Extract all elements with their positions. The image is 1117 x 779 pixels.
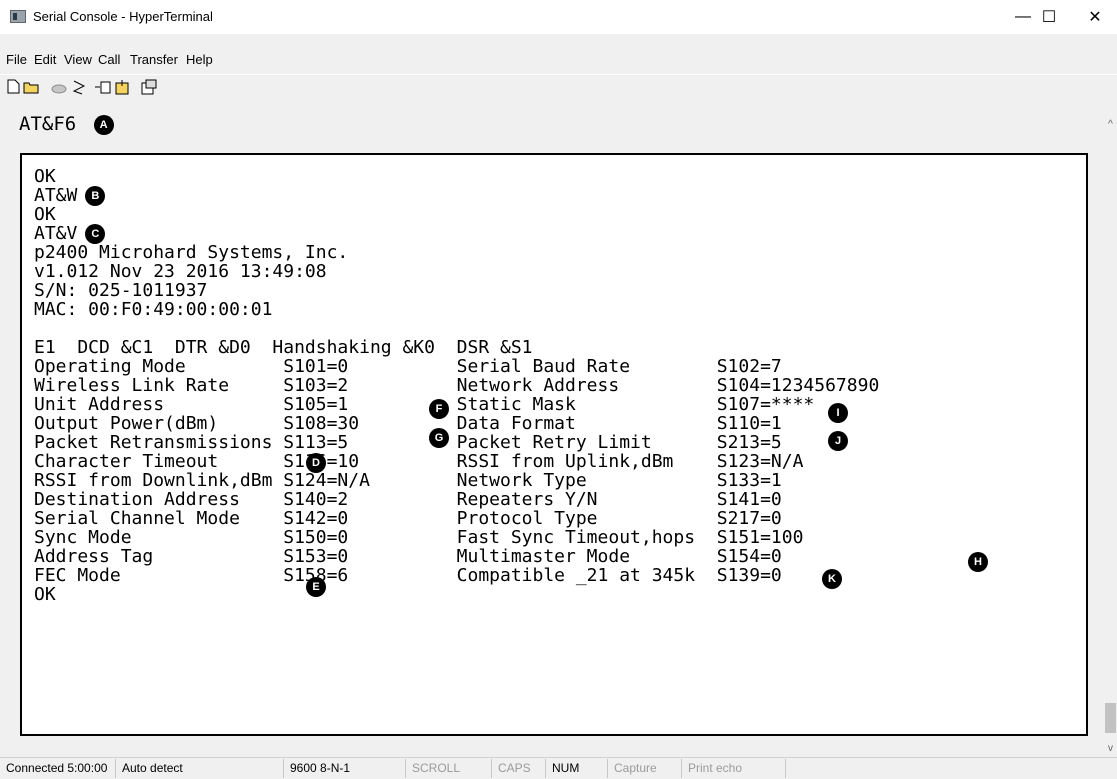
vertical-scrollbar[interactable]: ^ v <box>1104 116 1117 756</box>
terminal-line: Packet Retransmissions S113=5 Packet Ret… <box>34 432 782 453</box>
terminal-line: Output Power(dBm) S108=30 Data Format S1… <box>34 413 782 434</box>
marker-d: D <box>306 453 326 473</box>
marker-c: C <box>85 224 106 244</box>
menu-view[interactable]: View <box>64 52 92 67</box>
terminal-line: Character Timeout S116=10 RSSI from Upli… <box>34 451 804 472</box>
terminal-line: Operating Mode S101=0 Serial Baud Rate S… <box>34 356 782 377</box>
status-port-settings: 9600 8-N-1 <box>284 759 406 778</box>
terminal-line: Address Tag S153=0 Multimaster Mode S154… <box>34 546 782 567</box>
status-auto-detect: Auto detect <box>116 759 284 778</box>
command-text: AT&F6 <box>19 113 77 135</box>
status-bar: Connected 5:00:00 Auto detect 9600 8-N-1… <box>0 757 1117 779</box>
terminal-line: MAC: 00:F0:49:00:00:01 <box>34 299 273 320</box>
status-scroll: SCROLL <box>406 759 492 778</box>
terminal-line: AT&V C <box>34 224 106 244</box>
marker-e: E <box>306 577 326 597</box>
status-num: NUM <box>546 759 608 778</box>
receive-file-icon[interactable] <box>114 78 132 95</box>
marker-h: H <box>968 552 988 572</box>
maximize-button[interactable]: ☐ <box>1026 0 1072 34</box>
marker-j: J <box>828 431 848 451</box>
marker-g: G <box>429 428 449 448</box>
terminal-line: Destination Address S140=2 Repeaters Y/N… <box>34 489 782 510</box>
menu-edit[interactable]: Edit <box>34 52 56 67</box>
terminal-line: OK <box>34 204 56 225</box>
scroll-thumb[interactable] <box>1105 703 1116 733</box>
terminal-line: OK <box>34 166 56 187</box>
status-print-echo: Print echo <box>682 759 786 778</box>
terminal-line: FEC Mode S158=6 Compatible _21 at 345k S… <box>34 565 782 586</box>
close-button[interactable]: ✕ <box>1072 0 1117 34</box>
terminal-line: S/N: 025-1011937 <box>34 280 208 301</box>
terminal-screen[interactable]: OK AT&W B OK AT&V C p2400 Microhard System… <box>20 153 1088 736</box>
scroll-down-icon[interactable]: v <box>1104 740 1117 756</box>
marker-b: B <box>85 186 106 206</box>
menu-bar: File Edit View Call Transfer Help <box>0 52 1117 73</box>
new-connection-icon[interactable] <box>4 78 22 95</box>
properties-icon[interactable] <box>140 78 158 95</box>
status-capture: Capture <box>608 759 682 778</box>
title-bar: Serial Console - HyperTerminal — ☐ ✕ <box>0 0 1117 35</box>
disconnect-icon[interactable] <box>70 78 88 95</box>
open-folder-icon[interactable] <box>22 78 40 95</box>
marker-i: I <box>828 403 848 423</box>
status-connected: Connected 5:00:00 <box>0 759 116 778</box>
menu-call[interactable]: Call <box>98 52 120 67</box>
command-callout: AT&F6 A <box>19 113 114 135</box>
toolbar <box>0 74 1117 98</box>
terminal-line: Serial Channel Mode S142=0 Protocol Type… <box>34 508 782 529</box>
marker-a: A <box>93 114 114 135</box>
terminal-line: AT&W B <box>34 186 106 206</box>
menu-file[interactable]: File <box>6 52 27 67</box>
terminal-line: Sync Mode S150=0 Fast Sync Timeout,hops … <box>34 527 804 548</box>
scroll-up-icon[interactable]: ^ <box>1104 116 1117 132</box>
status-caps: CAPS <box>492 759 546 778</box>
hyperterminal-app-icon <box>10 10 26 23</box>
terminal-line: E1 DCD &C1 DTR &D0 Handshaking &K0 DSR &… <box>34 337 533 358</box>
terminal-line: Unit Address S105=1 Static Mask S107=***… <box>34 394 815 415</box>
call-icon[interactable] <box>50 78 68 95</box>
terminal-line: RSSI from Downlink,dBm S124=N/A Network … <box>34 470 782 491</box>
terminal-line: Wireless Link Rate S103=2 Network Addres… <box>34 375 880 396</box>
menu-transfer[interactable]: Transfer <box>130 52 178 67</box>
terminal-line: p2400 Microhard Systems, Inc. <box>34 242 349 263</box>
terminal-line: OK <box>34 584 56 605</box>
marker-k: K <box>822 569 842 589</box>
marker-f: F <box>429 399 449 419</box>
menu-help[interactable]: Help <box>186 52 213 67</box>
terminal-line: v1.012 Nov 23 2016 13:49:08 <box>34 261 327 282</box>
send-file-icon[interactable] <box>94 78 112 95</box>
window-title: Serial Console - HyperTerminal <box>33 9 213 24</box>
